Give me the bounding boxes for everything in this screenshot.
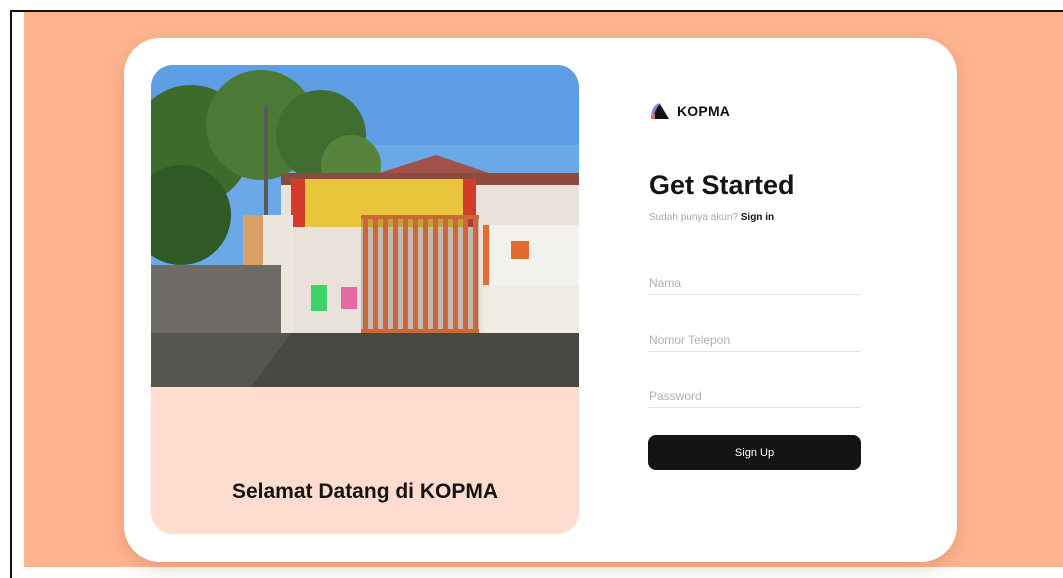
brand-logo: KOPMA — [649, 101, 730, 121]
signin-prompt-text: Sudah punya akun? — [649, 212, 738, 223]
page-title: Get Started — [649, 170, 795, 200]
sign-up-button[interactable]: Sign Up — [648, 435, 861, 470]
signin-link[interactable]: Sign in — [741, 212, 774, 223]
brand-name: KOPMA — [677, 103, 731, 119]
password-input[interactable] — [649, 385, 861, 408]
nomor-telepon-input[interactable] — [649, 329, 861, 352]
welcome-carousel: Selamat Datang di KOPMA — [151, 65, 579, 534]
kopma-logo-icon — [651, 103, 669, 119]
welcome-caption: Selamat Datang di KOPMA — [231, 480, 499, 503]
storefront-photo — [151, 65, 579, 387]
nama-input[interactable] — [649, 272, 861, 295]
signin-prompt: Sudah punya akun? Sign in — [649, 212, 774, 223]
